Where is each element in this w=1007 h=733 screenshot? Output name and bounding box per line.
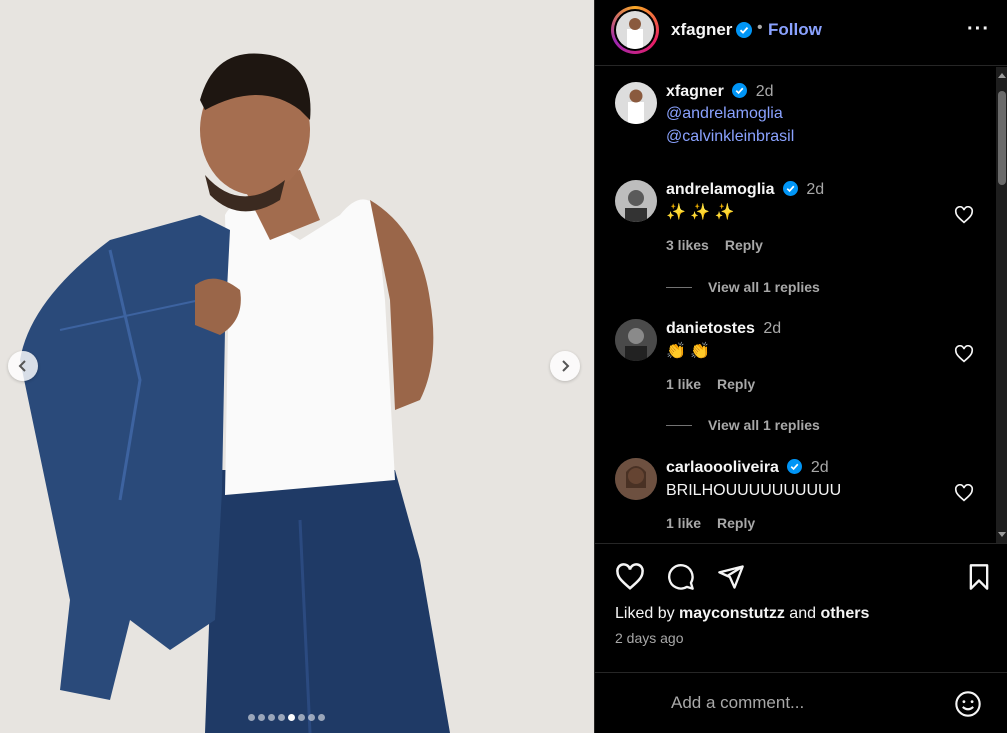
- liked-by-and: and: [789, 605, 816, 622]
- scroll-down-arrow[interactable]: [998, 532, 1006, 537]
- comment-avatar[interactable]: [615, 319, 657, 361]
- bookmark-icon[interactable]: [966, 563, 992, 591]
- view-replies-label: View all 1 replies: [708, 279, 820, 295]
- comment-time: 2d: [763, 320, 782, 337]
- scroll-up-arrow[interactable]: [998, 73, 1006, 78]
- view-replies-label: View all 1 replies: [708, 417, 820, 433]
- caption-time: 2d: [755, 83, 774, 100]
- comment-icon[interactable]: [666, 563, 696, 591]
- comment-likes[interactable]: 3 likes: [666, 237, 709, 253]
- chevron-right-icon: [562, 360, 570, 372]
- carousel-dot: [318, 714, 325, 721]
- comment-username[interactable]: andrelamoglia: [666, 181, 774, 198]
- heart-icon[interactable]: [954, 484, 974, 502]
- comment-username[interactable]: carlaoooliveira: [666, 459, 779, 476]
- carousel-dot: [288, 714, 295, 721]
- verified-icon: [732, 83, 748, 98]
- reply-button[interactable]: Reply: [717, 376, 755, 392]
- comment-avatar[interactable]: [615, 180, 657, 222]
- comment-avatar-image: [615, 180, 657, 222]
- carousel-dot: [308, 714, 315, 721]
- post-media[interactable]: [0, 0, 594, 733]
- liked-by-prefix: Liked by: [615, 605, 675, 622]
- verified-icon: [736, 22, 752, 38]
- mention-link[interactable]: @andrelamoglia: [666, 102, 956, 125]
- author-username[interactable]: xfagner: [671, 20, 732, 40]
- post-side-panel: xfagner • Follow ··· xfagner 2d @andrela…: [594, 0, 1007, 733]
- comment-username[interactable]: danietostes: [666, 320, 755, 337]
- more-icon[interactable]: ···: [967, 18, 990, 41]
- separator-dot: •: [757, 19, 763, 36]
- post-actions: Liked by mayconstutzz and others 2 days …: [595, 543, 1007, 671]
- verified-icon: [782, 181, 798, 196]
- add-comment-input[interactable]: [671, 691, 941, 715]
- liked-by-user[interactable]: mayconstutzz: [679, 605, 785, 622]
- comment-avatar-image: [615, 319, 657, 361]
- share-icon[interactable]: [716, 563, 746, 591]
- verified-icon: [787, 459, 803, 474]
- comment-text: BRILHOUUUUUUUUUU: [666, 482, 842, 499]
- scroll-thumb[interactable]: [998, 91, 1006, 185]
- carousel-dot: [248, 714, 255, 721]
- post-photo: [0, 0, 594, 733]
- carousel-dot: [278, 714, 285, 721]
- liked-by-others[interactable]: others: [820, 605, 869, 622]
- caption-avatar-image: [615, 82, 657, 124]
- view-replies-dash: [666, 424, 692, 426]
- comment-avatar-image: [615, 458, 657, 500]
- heart-icon[interactable]: [954, 345, 974, 363]
- emoji-icon[interactable]: [954, 690, 982, 718]
- carousel-dot: [298, 714, 305, 721]
- comment-text: 👏 👏: [666, 343, 711, 360]
- post-timestamp[interactable]: 2 days ago: [615, 630, 684, 646]
- author-avatar-image: [616, 11, 654, 49]
- caption-username[interactable]: xfagner: [666, 83, 724, 100]
- carousel-dot: [258, 714, 265, 721]
- caption-avatar[interactable]: [615, 82, 657, 124]
- view-replies-button[interactable]: View all 1 replies: [666, 279, 966, 295]
- follow-button[interactable]: Follow: [768, 20, 822, 40]
- liked-by-text: Liked by mayconstutzz and others: [615, 605, 869, 623]
- comment-time: 2d: [806, 181, 825, 198]
- comments-scrollbar[interactable]: [996, 67, 1007, 543]
- post-header: xfagner • Follow ···: [595, 0, 1007, 66]
- comments-list[interactable]: xfagner 2d @andrelamoglia @calvinkleinbr…: [595, 67, 1007, 543]
- comment-likes[interactable]: 1 like: [666, 515, 701, 531]
- author-avatar[interactable]: [611, 6, 659, 54]
- heart-icon[interactable]: [615, 563, 645, 591]
- view-replies-button[interactable]: View all 1 replies: [666, 417, 966, 433]
- mention-link[interactable]: @calvinkleinbrasil: [666, 125, 956, 148]
- carousel-prev-button[interactable]: [8, 351, 38, 381]
- reply-button[interactable]: Reply: [725, 237, 763, 253]
- reply-button[interactable]: Reply: [717, 515, 755, 531]
- comment-time: 2d: [810, 459, 829, 476]
- carousel-indicator: [248, 714, 325, 721]
- comment-avatar[interactable]: [615, 458, 657, 500]
- chevron-left-icon: [18, 360, 26, 372]
- carousel-dot: [268, 714, 275, 721]
- carousel-next-button[interactable]: [550, 351, 580, 381]
- comment-text: ✨ ✨ ✨: [666, 204, 735, 221]
- view-replies-dash: [666, 286, 692, 288]
- heart-icon[interactable]: [954, 206, 974, 224]
- comment-likes[interactable]: 1 like: [666, 376, 701, 392]
- add-comment-bar: [595, 672, 1007, 733]
